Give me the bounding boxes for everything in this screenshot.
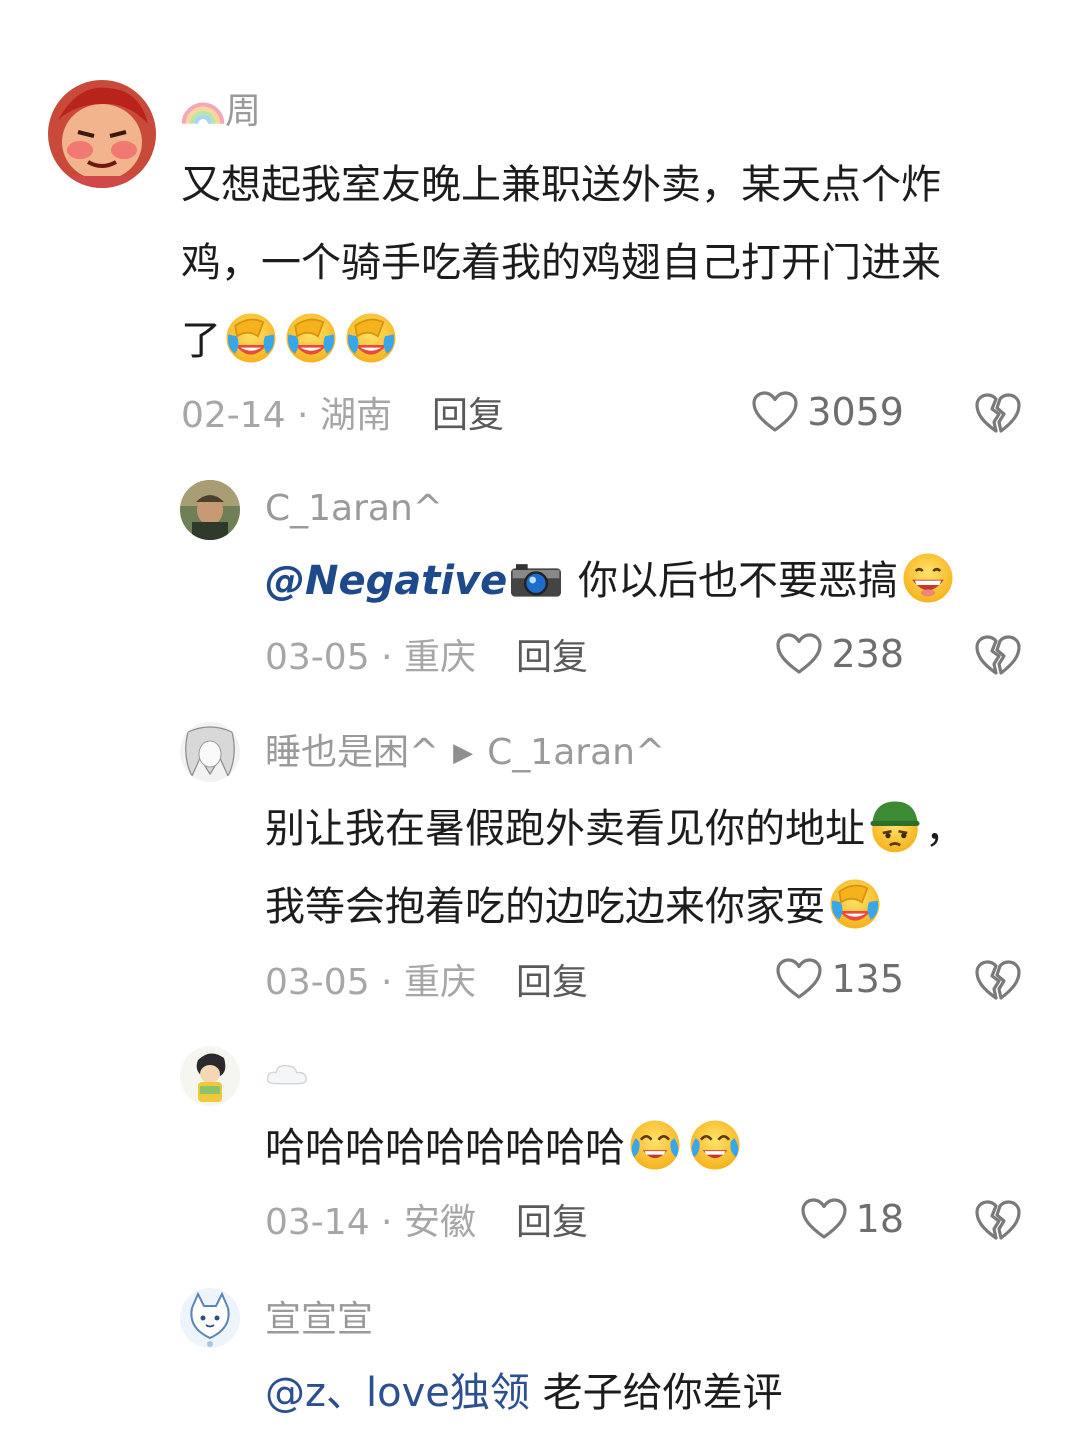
comment-body: 你以后也不要恶搞 — [577, 558, 898, 604]
laugh-cry-emoji — [223, 310, 279, 366]
grin-emoji — [900, 550, 956, 606]
laugh-cry-emoji — [827, 876, 883, 932]
comment-location: 安徽 — [403, 1202, 476, 1243]
meta-separator: · — [285, 395, 320, 436]
meta-separator: · — [369, 962, 404, 1003]
soldier-emoji — [867, 798, 923, 854]
username[interactable]: 宣宣宣 — [265, 1298, 373, 1342]
avatar[interactable] — [180, 1288, 240, 1348]
comment-text: 哈哈哈哈哈哈哈哈哈 — [265, 1109, 1055, 1187]
comment-line: 鸡，一个骑手吃着我的鸡翅自己打开门进来 — [181, 240, 941, 286]
reply-button[interactable]: 回复 — [516, 636, 588, 680]
rainbow-icon — [181, 93, 225, 127]
username[interactable] — [265, 1060, 309, 1088]
comment-line-text: 我等会抱着吃的边吃边来你家耍 — [265, 884, 825, 930]
avatar[interactable] — [180, 1046, 240, 1106]
like-count: 3059 — [807, 390, 904, 434]
avatar[interactable] — [48, 80, 156, 188]
meta-separator: · — [369, 1202, 404, 1243]
laugh-cry-emoji — [343, 310, 399, 366]
mention-link[interactable]: @z、love独领 — [265, 1370, 530, 1416]
username[interactable]: C_1aran^ — [265, 487, 443, 531]
heart-icon — [775, 957, 823, 1001]
reply-arrow-icon: ▶ — [453, 738, 474, 768]
dislike-button[interactable] — [974, 392, 1022, 436]
reply-button[interactable]: 回复 — [516, 1201, 588, 1245]
laugh-cry-emoji — [283, 310, 339, 366]
comment-text: 别让我在暑假跑外卖看见你的地址 ， 我等会抱着吃的边吃边来你家耍 — [265, 790, 1055, 946]
heart-icon — [775, 632, 823, 676]
like-count: 18 — [855, 1197, 904, 1241]
comment-line: 了 — [181, 302, 1041, 380]
like-button[interactable]: 135 — [775, 957, 904, 1001]
like-button[interactable]: 238 — [775, 632, 904, 676]
username-text[interactable]: 睡也是困^ — [265, 732, 439, 773]
dislike-button[interactable] — [974, 1199, 1022, 1243]
like-count: 135 — [831, 957, 904, 1001]
heart-icon — [800, 1197, 848, 1241]
username[interactable]: 周 — [181, 90, 261, 134]
comment-meta: 03-05 · 重庆 — [265, 961, 476, 1005]
avatar[interactable] — [180, 722, 240, 782]
like-button[interactable]: 18 — [800, 1197, 904, 1241]
comment-date: 02-14 — [181, 395, 286, 436]
username: 睡也是困^ ▶ C_1aran^ — [265, 731, 665, 775]
comment-meta: 03-14 · 安徽 — [265, 1201, 476, 1245]
broken-heart-icon — [974, 392, 1022, 436]
comment-line: 别让我在暑假跑外卖看见你的地址 ， — [265, 790, 1055, 868]
comment-date: 03-05 — [265, 637, 370, 678]
like-button[interactable]: 3059 — [751, 390, 904, 434]
reply-to-username[interactable]: C_1aran^ — [487, 732, 665, 773]
dislike-button[interactable] — [974, 959, 1022, 1003]
comment-location: 重庆 — [403, 637, 476, 678]
comment-date: 03-14 — [265, 1202, 370, 1243]
comment-line: 我等会抱着吃的边吃边来你家耍 — [265, 868, 1055, 946]
username-text: 周 — [225, 91, 262, 132]
tears-of-joy-emoji — [687, 1117, 743, 1173]
comment-meta: 02-14 · 湖南 — [181, 394, 392, 438]
comment-meta: 03-05 · 重庆 — [265, 636, 476, 680]
dislike-button[interactable] — [974, 634, 1022, 678]
comment-line: 又想起我室友晚上兼职送外卖，某天点个炸 — [181, 162, 941, 208]
reply-button[interactable]: 回复 — [432, 394, 504, 438]
mention-link[interactable]: @Negative — [265, 558, 507, 604]
comment-text: @Negative 你以后也不要恶搞 — [265, 542, 1055, 620]
comment-body: 哈哈哈哈哈哈哈哈哈 — [265, 1125, 625, 1171]
meta-separator: · — [369, 637, 404, 678]
broken-heart-icon — [974, 1199, 1022, 1243]
comment-location: 重庆 — [403, 962, 476, 1003]
broken-heart-icon — [974, 634, 1022, 678]
cloud-emoji — [265, 1060, 309, 1088]
comment-line-text: 了 — [181, 318, 221, 364]
comment-text: 又想起我室友晚上兼职送外卖，某天点个炸 鸡，一个骑手吃着我的鸡翅自己打开门进来 … — [181, 146, 1041, 380]
heart-icon — [751, 390, 799, 434]
tears-of-joy-emoji — [627, 1117, 683, 1173]
reply-button[interactable]: 回复 — [516, 961, 588, 1005]
comment-line-tail: ， — [925, 806, 965, 852]
comment-date: 03-05 — [265, 962, 370, 1003]
camera-emoji — [509, 560, 563, 600]
comment-line-text: 别让我在暑假跑外卖看见你的地址 — [265, 806, 865, 852]
avatar[interactable] — [180, 480, 240, 540]
like-count: 238 — [831, 632, 904, 676]
comment-body: 老子给你差评 — [542, 1370, 783, 1416]
comment-text: @z、love独领 老子给你差评 — [265, 1354, 1055, 1432]
broken-heart-icon — [974, 959, 1022, 1003]
comment-location: 湖南 — [319, 395, 392, 436]
